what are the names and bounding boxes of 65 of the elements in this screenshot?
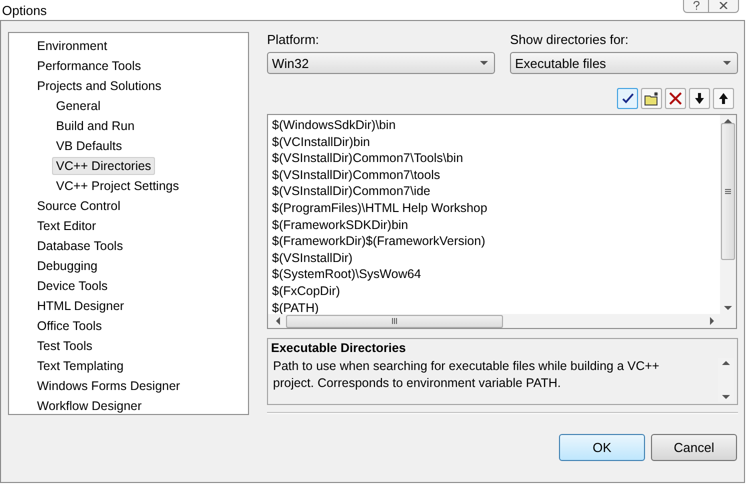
description-title: Executable Directories bbox=[271, 341, 407, 355]
scroll-left-icon[interactable] bbox=[276, 317, 280, 325]
tree-item[interactable]: VC++ Project Settings bbox=[52, 177, 183, 195]
directory-item[interactable]: $(ProgramFiles)\HTML Help Workshop bbox=[272, 200, 720, 217]
tree-item[interactable]: Windows Forms Designer bbox=[33, 377, 184, 395]
directory-list[interactable] bbox=[267, 114, 737, 329]
vertical-scrollbar[interactable] bbox=[720, 115, 736, 314]
directory-item[interactable]: $(VSInstallDir)Common7\tools bbox=[272, 166, 720, 184]
directory-item[interactable]: $(WindowsSdkDir)\bin bbox=[272, 117, 720, 134]
tree-item[interactable]: General bbox=[52, 97, 104, 115]
directory-item[interactable]: $(FxCopDir) bbox=[272, 282, 720, 300]
tree-item[interactable]: Test Tools bbox=[33, 337, 96, 355]
scroll-down-icon[interactable] bbox=[722, 395, 730, 399]
arrow-up-icon bbox=[719, 93, 728, 104]
directory-item[interactable]: $(FrameworkSDKDir)bin bbox=[272, 216, 720, 234]
dialog-button[interactable]: Cancel bbox=[651, 434, 737, 461]
close-icon bbox=[719, 2, 728, 9]
directory-item[interactable]: $(VSInstallDir)Common7\Tools\bin bbox=[272, 150, 720, 167]
tree-item[interactable]: Projects and Solutions bbox=[33, 77, 166, 95]
directory-item[interactable]: $(SystemRoot)\SysWow64 bbox=[272, 266, 720, 283]
description-text: Path to use when searching for executable files while building a VC++ project. Corresponds to environment variable PATH. bbox=[272, 358, 660, 392]
tree-item[interactable]: Performance Tools bbox=[33, 57, 145, 75]
scroll-down-icon[interactable] bbox=[724, 306, 732, 310]
toolbar-button[interactable] bbox=[641, 88, 662, 109]
platform-dropdown[interactable]: Win32 bbox=[267, 52, 495, 74]
options-tree[interactable] bbox=[8, 32, 249, 415]
delete-icon bbox=[669, 92, 682, 105]
toolbar-button[interactable] bbox=[665, 88, 686, 109]
grip-icon bbox=[725, 189, 731, 194]
new-folder-icon bbox=[644, 92, 660, 106]
tree-item[interactable]: Text Editor bbox=[33, 217, 100, 235]
dropdown-arrow-icon[interactable] bbox=[480, 61, 488, 65]
tree-item[interactable]: HTML Designer bbox=[33, 297, 128, 315]
tree-item[interactable]: Debugging bbox=[33, 257, 102, 275]
grip-icon bbox=[392, 318, 397, 324]
toolbar-button[interactable] bbox=[713, 88, 734, 109]
tree-item[interactable]: VB Defaults bbox=[52, 137, 126, 155]
toolbar-button[interactable] bbox=[617, 88, 638, 109]
checkmark-icon bbox=[622, 93, 634, 104]
tree-item[interactable]: Workflow Designer bbox=[33, 397, 146, 415]
help-icon bbox=[692, 1, 700, 10]
directory-item[interactable]: $(PATH) bbox=[272, 300, 720, 314]
scroll-right-icon[interactable] bbox=[710, 317, 714, 325]
tree-item[interactable]: Office Tools bbox=[33, 317, 106, 335]
dropdown-arrow-icon[interactable] bbox=[723, 61, 731, 65]
toolbar-button[interactable] bbox=[689, 88, 710, 109]
horizontal-scrollbar[interactable] bbox=[268, 314, 736, 328]
directory-item[interactable]: $(VSInstallDir) bbox=[272, 250, 720, 266]
directory-item[interactable]: $(VCInstallDir)bin bbox=[272, 134, 720, 150]
tree-item[interactable]: Build and Run bbox=[52, 117, 139, 135]
show-directories-dropdown[interactable]: Executable files bbox=[510, 52, 738, 74]
platform-label: Platform: bbox=[267, 32, 320, 47]
directory-item[interactable]: $(VSInstallDir)Common7\ide bbox=[272, 183, 720, 200]
directory-item[interactable]: $(FrameworkDir)$(FrameworkVersion) bbox=[272, 233, 720, 250]
tree-item[interactable]: Database Tools bbox=[33, 237, 127, 255]
scroll-up-icon[interactable] bbox=[722, 361, 730, 365]
tree-item[interactable]: VC++ Directories bbox=[52, 157, 156, 175]
tree-item[interactable]: Text Templating bbox=[33, 357, 128, 375]
tree-item[interactable]: Source Control bbox=[33, 197, 124, 215]
arrow-down-icon bbox=[695, 93, 704, 104]
dialog-button[interactable]: OK bbox=[559, 434, 645, 461]
tree-item[interactable]: Environment bbox=[33, 37, 112, 55]
window-title: Options bbox=[1, 2, 47, 18]
tree-item[interactable]: Device Tools bbox=[33, 277, 112, 295]
show-directories-label: Show directories for: bbox=[510, 32, 630, 47]
